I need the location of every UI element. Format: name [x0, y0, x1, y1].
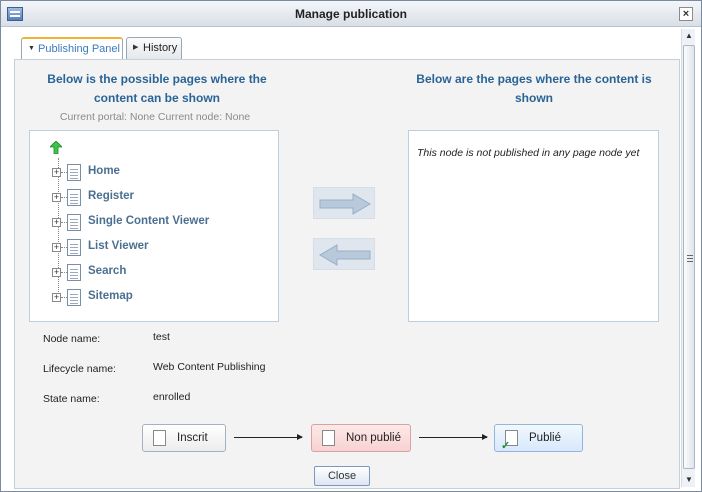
vertical-scrollbar[interactable]: ▲ ▼ [681, 29, 695, 487]
state-transition-arrow [419, 434, 488, 440]
state-label: Non publié [346, 432, 401, 444]
unpublish-from-page-button[interactable] [313, 238, 375, 270]
node-name-label: Node name: [43, 333, 101, 345]
chevron-right-icon: ▶ [133, 44, 139, 51]
tab-label: History [143, 42, 178, 54]
publish-to-page-button[interactable] [313, 187, 375, 219]
tree-node-label[interactable]: Home [88, 165, 120, 177]
tree-node-label[interactable]: Search [88, 265, 126, 277]
expand-icon[interactable]: + [52, 193, 61, 202]
state-non-publie-button[interactable]: Non publié [311, 424, 411, 452]
lifecycle-name-label: Lifecycle name: [43, 363, 116, 375]
tree-node-label[interactable]: Sitemap [88, 290, 133, 302]
possible-pages-heading: Below is the possible pages where the co… [47, 72, 267, 105]
manage-publication-dialog: Manage publication × ▲ ▼ ▼ Publishing Pa… [0, 0, 702, 492]
tab-history[interactable]: ▶ History [126, 37, 182, 59]
state-label: Publié [529, 432, 561, 444]
arrow-right-icon [319, 193, 371, 215]
expand-icon[interactable]: + [52, 168, 61, 177]
state-name-value: enrolled [153, 391, 191, 403]
title-bar[interactable]: Manage publication × [1, 1, 701, 27]
not-published-message: This node is not published in any page n… [417, 147, 640, 159]
page-icon [67, 189, 81, 206]
tree-node-label[interactable]: List Viewer [88, 240, 149, 252]
expand-icon[interactable]: + [52, 243, 61, 252]
scroll-up-icon[interactable]: ▲ [682, 29, 696, 43]
tree-connector [58, 158, 59, 298]
state-inscrit-button[interactable]: Inscrit [142, 424, 226, 452]
page-icon [67, 289, 81, 306]
lifecycle-name-value: Web Content Publishing [153, 361, 266, 373]
tab-label: Publishing Panel [38, 43, 120, 55]
state-name-label: State name: [43, 393, 100, 405]
published-pages-heading: Below are the pages where the content is… [416, 72, 652, 105]
page-icon [67, 239, 81, 256]
page-tree: + Home + Register + Single Content Viewe… [29, 130, 279, 322]
page-icon [67, 214, 81, 231]
publishing-panel: Below is the possible pages where the co… [14, 59, 680, 489]
node-name-value: test [153, 331, 170, 343]
document-icon [153, 430, 166, 446]
dialog-title: Manage publication [294, 7, 407, 21]
dialog-content: ▼ Publishing Panel ▶ History Below is th… [14, 35, 680, 489]
tree-node-label[interactable]: Single Content Viewer [88, 215, 209, 227]
expand-icon[interactable]: + [52, 218, 61, 227]
close-button[interactable]: Close [314, 466, 370, 486]
page-icon [67, 264, 81, 281]
check-icon: ✓ [501, 440, 511, 452]
chevron-down-icon: ▼ [28, 45, 35, 52]
state-label: Inscrit [177, 432, 208, 444]
arrow-left-icon [319, 244, 371, 266]
state-publie-button[interactable]: ✓ Publié [494, 424, 583, 452]
expand-icon[interactable]: + [52, 268, 61, 277]
page-icon [67, 164, 81, 181]
scroll-down-icon[interactable]: ▼ [682, 473, 696, 487]
current-portal-info: Current portal: None Current node: None [59, 111, 251, 123]
state-transition-arrow [234, 434, 303, 440]
up-arrow-icon[interactable] [50, 141, 62, 154]
grip-icon [687, 255, 693, 262]
expand-icon[interactable]: + [52, 293, 61, 302]
tab-publishing-panel[interactable]: ▼ Publishing Panel [21, 37, 123, 59]
close-window-button[interactable]: × [679, 7, 693, 21]
published-pages-list: This node is not published in any page n… [408, 130, 659, 322]
document-minus-icon [322, 430, 335, 446]
tree-node-label[interactable]: Register [88, 190, 134, 202]
scrollbar-thumb[interactable] [683, 45, 695, 469]
